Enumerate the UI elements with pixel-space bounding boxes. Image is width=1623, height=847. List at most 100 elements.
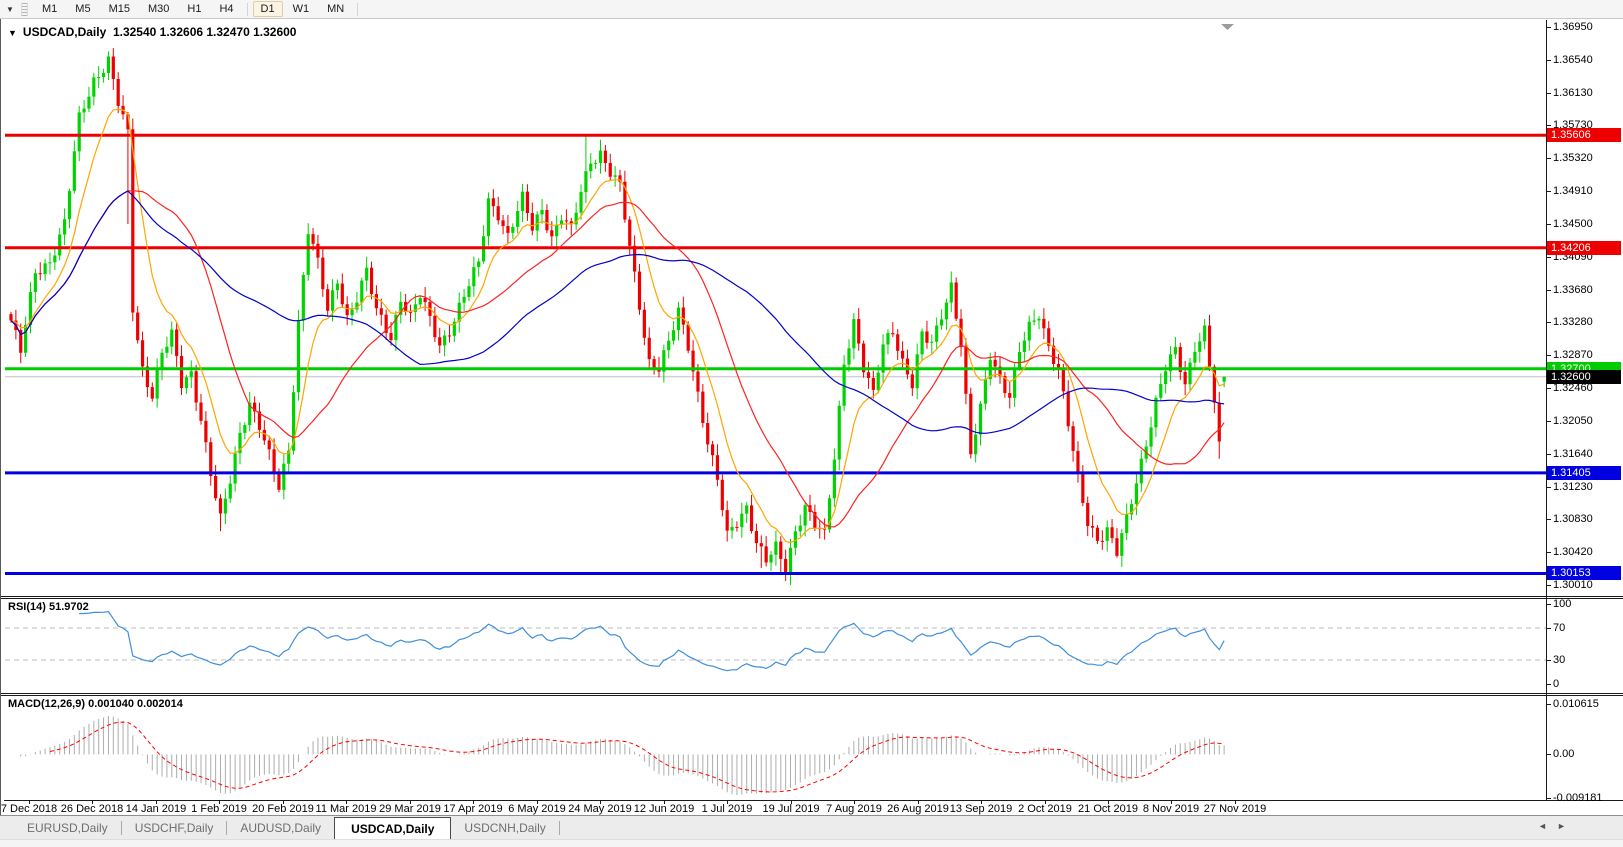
price-tick-label: 1.36950: [1553, 21, 1593, 33]
date-label: 27 Nov 2019: [1203, 803, 1267, 815]
dropdown-arrow-icon: ▼: [6, 4, 14, 14]
rsi-line: [79, 610, 1225, 672]
date-label: 8 Nov 2019: [1142, 803, 1200, 815]
date-label: 29 Mar 2019: [379, 803, 441, 815]
level-price-badge: 1.31405: [1547, 466, 1621, 480]
date-label: 21 Oct 2019: [1078, 803, 1138, 815]
timeframe-button-m15[interactable]: M15: [101, 1, 138, 17]
rsi-tick-label: 0: [1553, 678, 1560, 690]
chart-tab-bar: EURUSD,Daily USDCHF,Daily AUDUSD,Daily USDC…: [0, 815, 1623, 847]
tab-separator: [558, 821, 560, 835]
timeframe-button-h1[interactable]: H1: [179, 1, 209, 17]
timeframe-button-h4[interactable]: H4: [211, 1, 241, 17]
macd-tick-label: -0.009181: [1553, 792, 1603, 804]
price-tick-label: 1.36130: [1553, 87, 1593, 99]
macd-tick-label: 0.010615: [1553, 698, 1599, 710]
price-tick-label: 1.31230: [1553, 481, 1593, 493]
candlesticks: [9, 48, 1226, 586]
axis-tick: [1546, 224, 1551, 225]
price-tick-label: 1.32870: [1553, 349, 1593, 361]
price-tick-label: 1.36540: [1553, 54, 1593, 66]
timeframe-button-d1[interactable]: D1: [252, 1, 283, 17]
axis-tick: [1546, 93, 1551, 94]
date-label: 7 Dec 2018: [0, 803, 58, 815]
date-label: 19 Jul 2019: [762, 803, 820, 815]
level-price-badge: 1.35606: [1547, 128, 1621, 142]
axis-tick: [1546, 158, 1551, 159]
timeframe-button-m5[interactable]: M5: [67, 1, 98, 17]
price-tick-label: 1.30830: [1553, 513, 1593, 525]
rsi-indicator-canvas[interactable]: [5, 599, 1546, 693]
chart-window: ▼ USDCAD,Daily 1.32540 1.32606 1.32470 1.…: [0, 19, 1623, 815]
toolbar-separator: [246, 2, 248, 16]
date-axis-border: [4, 800, 1623, 801]
axis-tick: [1546, 585, 1551, 586]
tab-audusd[interactable]: AUDUSD,Daily: [227, 817, 334, 839]
axis-tick: [1546, 684, 1551, 685]
tab-eurusd[interactable]: EURUSD,Daily: [14, 817, 121, 839]
axis-tick: [1546, 355, 1551, 356]
chart-ohlc-values: 1.32540 1.32606 1.32470 1.32600: [112, 25, 297, 39]
date-label: 26 Dec 2018: [60, 803, 124, 815]
axis-tick: [1546, 628, 1551, 629]
date-label: 2 Oct 2019: [1018, 803, 1072, 815]
date-label: 13 Sep 2019: [949, 803, 1013, 815]
axis-tick: [1546, 704, 1551, 705]
moving-average-60: [10, 190, 1225, 434]
toolbar-separator: [357, 2, 359, 16]
level-price-badge: 1.30153: [1547, 566, 1621, 580]
chart-title: ▼ USDCAD,Daily 1.32540 1.32606 1.32470 1.…: [8, 25, 296, 39]
price-tick-label: 1.34500: [1553, 218, 1593, 230]
price-chart-canvas[interactable]: [5, 20, 1546, 597]
tab-usdchf[interactable]: USDCHF,Daily: [122, 817, 227, 839]
axis-tick: [1546, 660, 1551, 661]
timeframe-button-m30[interactable]: M30: [140, 1, 177, 17]
timeframe-toolbar: ▼ M1 M5 M15 M30 H1 H4 D1 W1 MN: [0, 0, 1623, 19]
macd-signal-line: [49, 721, 1225, 793]
price-tick-label: 1.30420: [1553, 546, 1593, 558]
price-tick-label: 1.31640: [1553, 448, 1593, 460]
macd-histogram: [20, 716, 1225, 796]
price-tick-label: 1.35320: [1553, 152, 1593, 164]
price-tick-label: 1.33280: [1553, 316, 1593, 328]
date-label: 12 Jun 2019: [633, 803, 695, 815]
macd-indicator-canvas[interactable]: [5, 696, 1546, 800]
date-label: 17 Apr 2019: [443, 803, 503, 815]
axis-tick: [1546, 604, 1551, 605]
tab-usdcad[interactable]: USDCAD,Daily: [334, 817, 452, 839]
price-tick-label: 1.30010: [1553, 579, 1593, 591]
axis-tick: [1546, 454, 1551, 455]
moving-average-25: [10, 190, 1225, 528]
timeframe-button-mn[interactable]: MN: [319, 1, 352, 17]
tab-scroll-left-icon[interactable]: ◄: [1538, 821, 1547, 831]
price-tick-label: 1.34910: [1553, 185, 1593, 197]
chart-tabs: EURUSD,Daily USDCHF,Daily AUDUSD,Daily USDC…: [0, 817, 1623, 839]
date-label: 11 Mar 2019: [315, 803, 377, 815]
price-tick-label: 1.32050: [1553, 415, 1593, 427]
tab-scroll-right-icon[interactable]: ►: [1557, 821, 1566, 831]
axis-tick: [1546, 27, 1551, 28]
level-price-badge: 1.34206: [1547, 241, 1621, 255]
date-label: 1 Jul 2019: [701, 803, 753, 815]
axis-tick: [1546, 290, 1551, 291]
tab-usdcnh[interactable]: USDCNH,Daily: [451, 817, 558, 839]
trading-terminal-window: ▼ M1 M5 M15 M30 H1 H4 D1 W1 MN ▼ USDCAD,Daily 1.3…: [0, 0, 1623, 847]
chart-shift-marker-icon[interactable]: [1221, 24, 1234, 30]
toolbar-dropdown-button[interactable]: ▼: [1, 1, 19, 17]
moving-average-10: [10, 108, 1225, 544]
axis-tick: [1546, 322, 1551, 323]
timeframe-buttons-group: M1 M5 M15 M30 H1 H4 D1 W1 MN: [33, 1, 362, 17]
chart-symbol-label: USDCAD,Daily: [22, 25, 107, 39]
timeframe-button-w1[interactable]: W1: [285, 1, 318, 17]
axis-tick: [1546, 388, 1551, 389]
rsi-label: RSI(14) 51.9702: [8, 601, 89, 613]
chart-title-dropdown-icon[interactable]: ▼: [8, 28, 17, 38]
panel-splitter-main-rsi[interactable]: [1, 596, 1623, 599]
axis-tick: [1546, 519, 1551, 520]
timeframe-button-m1[interactable]: M1: [34, 1, 65, 17]
toolbar-grip-handle[interactable]: [21, 2, 28, 16]
axis-tick: [1546, 487, 1551, 488]
panel-splitter-rsi-macd[interactable]: [1, 693, 1623, 696]
axis-tick: [1546, 125, 1551, 126]
date-label: 7 Aug 2019: [826, 803, 882, 815]
